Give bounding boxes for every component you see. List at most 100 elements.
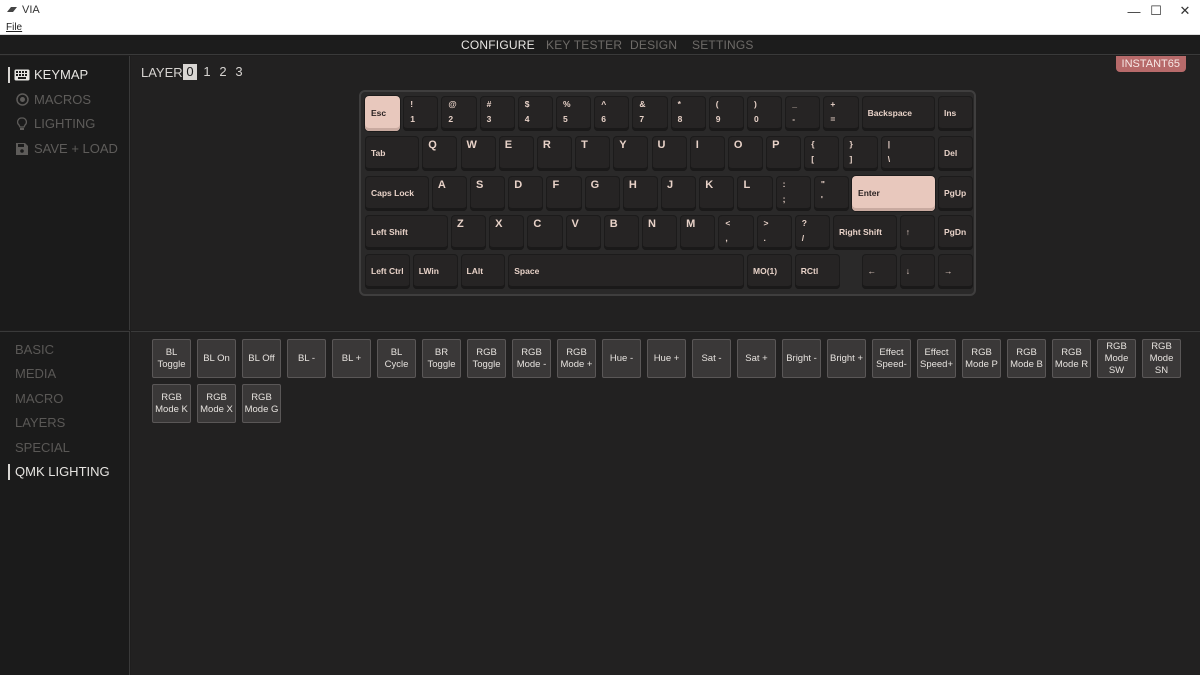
tab-configure[interactable]: CONFIGURE <box>461 38 535 52</box>
key-symbol[interactable]: _ - <box>785 96 821 131</box>
tab-design[interactable]: DESIGN <box>630 38 677 52</box>
keycode-bl-toggle[interactable]: BL Toggle <box>152 339 191 378</box>
keycode-bl-cycle[interactable]: BL Cycle <box>377 339 416 378</box>
key-mo-1[interactable]: MO(1) <box>747 254 792 289</box>
layer-2-button[interactable]: 2 <box>216 64 230 80</box>
category-media[interactable]: MEDIA <box>15 366 56 381</box>
category-qmk-lighting[interactable]: QMK LIGHTING <box>8 464 110 480</box>
key-1[interactable]: ! 1 <box>403 96 439 131</box>
key-o[interactable]: O <box>727 136 764 171</box>
key-symbol[interactable]: ← <box>861 254 897 289</box>
key-v[interactable]: V <box>565 215 601 250</box>
keycode-bl-off[interactable]: BL Off <box>242 339 281 378</box>
key-caps-lock[interactable]: Caps Lock <box>365 176 429 211</box>
key-b[interactable]: B <box>603 215 639 250</box>
key-tab[interactable]: Tab <box>365 136 420 171</box>
key-4[interactable]: $4 <box>517 96 553 131</box>
key-pgup[interactable]: PgUp <box>938 176 974 211</box>
key-left-shift[interactable]: Left Shift <box>365 215 448 250</box>
key-6[interactable]: ^ 6 <box>594 96 630 131</box>
key-symbol[interactable]: }] <box>842 136 878 171</box>
keycode-hue-plus[interactable]: Hue + <box>647 339 686 378</box>
key-g[interactable]: G <box>584 176 620 211</box>
key-left-ctrl[interactable]: Left Ctrl <box>365 254 410 289</box>
key-symbol[interactable]: " ' <box>813 176 850 211</box>
key-enter[interactable]: Enter <box>852 176 935 211</box>
key-w[interactable]: W <box>460 136 496 171</box>
key-d[interactable]: D <box>508 176 544 211</box>
keycode-bright-minus[interactable]: Bright - <box>782 339 821 378</box>
sidebar-item-save-load[interactable]: SAVE + LOAD <box>14 141 118 156</box>
key-e[interactable]: E <box>498 136 534 171</box>
key-pgdn[interactable]: PgDn <box>938 215 974 250</box>
key-y[interactable]: Y <box>613 136 649 171</box>
tab-key-tester[interactable]: KEY TESTER <box>546 38 622 52</box>
category-layers[interactable]: LAYERS <box>15 415 65 430</box>
key-symbol[interactable]: ↑ <box>899 215 935 250</box>
keycode-rgb-mode-r[interactable]: RGB Mode R <box>1052 339 1091 378</box>
keycode-effect-speedplus[interactable]: Effect Speed+ <box>917 339 956 378</box>
keycode-sat-plus[interactable]: Sat + <box>737 339 776 378</box>
key-5[interactable]: % 5 <box>556 96 592 131</box>
keycode-rgb-mode-sn[interactable]: RGB Mode SN <box>1142 339 1181 378</box>
key-backspace[interactable]: Backspace <box>861 96 935 131</box>
key-r[interactable]: R <box>536 136 573 171</box>
keycode-bl-minus[interactable]: BL - <box>287 339 326 378</box>
key-del[interactable]: Del <box>938 136 974 171</box>
keycode-rgb-toggle[interactable]: RGB Toggle <box>467 339 506 378</box>
keycode-rgb-mode-g[interactable]: RGB Mode G <box>242 384 281 423</box>
keycode-rgb-mode-b[interactable]: RGB Mode B <box>1007 339 1046 378</box>
key-l[interactable]: L <box>737 176 773 211</box>
key-i[interactable]: I <box>689 136 725 171</box>
key-f[interactable]: F <box>546 176 582 211</box>
keycode-bl-plus[interactable]: BL + <box>332 339 371 378</box>
keycode-effect-speed-minus[interactable]: Effect Speed- <box>872 339 911 378</box>
key-rctl[interactable]: RCtl <box>794 254 840 289</box>
sidebar-item-macros[interactable]: MACROS <box>14 92 91 107</box>
key-space[interactable]: Space <box>508 254 744 289</box>
key-h[interactable]: H <box>622 176 659 211</box>
keycode-rgb-mode-plus[interactable]: RGB Mode + <box>557 339 596 378</box>
category-special[interactable]: SPECIAL <box>15 440 70 455</box>
key-symbol[interactable]: :; <box>775 176 811 211</box>
key-8[interactable]: * 8 <box>670 96 706 131</box>
key-symbol[interactable]: ↓ <box>899 254 935 289</box>
key-s[interactable]: S <box>470 176 506 211</box>
sidebar-item-lighting[interactable]: LIGHTING <box>14 116 95 131</box>
key-symbol[interactable]: {[ <box>804 136 840 171</box>
close-button[interactable]: ✕ <box>1163 0 1200 22</box>
key-0[interactable]: ) 0 <box>747 96 783 131</box>
key-3[interactable]: #3 <box>479 96 515 131</box>
key-symbol[interactable]: <, <box>718 215 754 250</box>
category-macro[interactable]: MACRO <box>15 391 63 406</box>
menu-file[interactable]: File <box>6 22 22 33</box>
key-lalt[interactable]: LAlt <box>460 254 506 289</box>
key-a[interactable]: A <box>431 176 468 211</box>
key-lwin[interactable]: LWin <box>412 254 458 289</box>
key-k[interactable]: K <box>699 176 735 211</box>
keycode-rgb-mode-p[interactable]: RGB Mode P <box>962 339 1001 378</box>
tab-settings[interactable]: SETTINGS <box>692 38 754 52</box>
keycode-rgb-mode-k[interactable]: RGB Mode K <box>152 384 191 423</box>
sidebar-item-keymap[interactable]: KEYMAP <box>7 67 88 83</box>
keycode-sat-minus[interactable]: Sat - <box>692 339 731 378</box>
layer-3-button[interactable]: 3 <box>232 64 246 80</box>
keycode-br-toggle[interactable]: BR Toggle <box>422 339 461 378</box>
keycode-rgb-mode-x[interactable]: RGB Mode X <box>197 384 236 423</box>
keycode-bright-plus[interactable]: Bright + <box>827 339 866 378</box>
keycode-hue-minus[interactable]: Hue - <box>602 339 641 378</box>
key-u[interactable]: U <box>651 136 687 171</box>
key-7[interactable]: & 7 <box>632 96 668 131</box>
key-2[interactable]: @2 <box>441 96 477 131</box>
key-n[interactable]: N <box>641 215 678 250</box>
key-symbol[interactable]: >. <box>756 215 792 250</box>
layer-0-button[interactable]: 0 <box>183 64 197 80</box>
key-p[interactable]: P <box>766 136 802 171</box>
key-m[interactable]: M <box>680 215 716 250</box>
key-ins[interactable]: Ins <box>938 96 974 131</box>
keycode-rgb-mode-minus[interactable]: RGB Mode - <box>512 339 551 378</box>
layer-1-button[interactable]: 1 <box>200 64 214 80</box>
key-j[interactable]: J <box>661 176 697 211</box>
key-symbol[interactable]: | \ <box>880 136 935 171</box>
key-q[interactable]: Q <box>422 136 458 171</box>
